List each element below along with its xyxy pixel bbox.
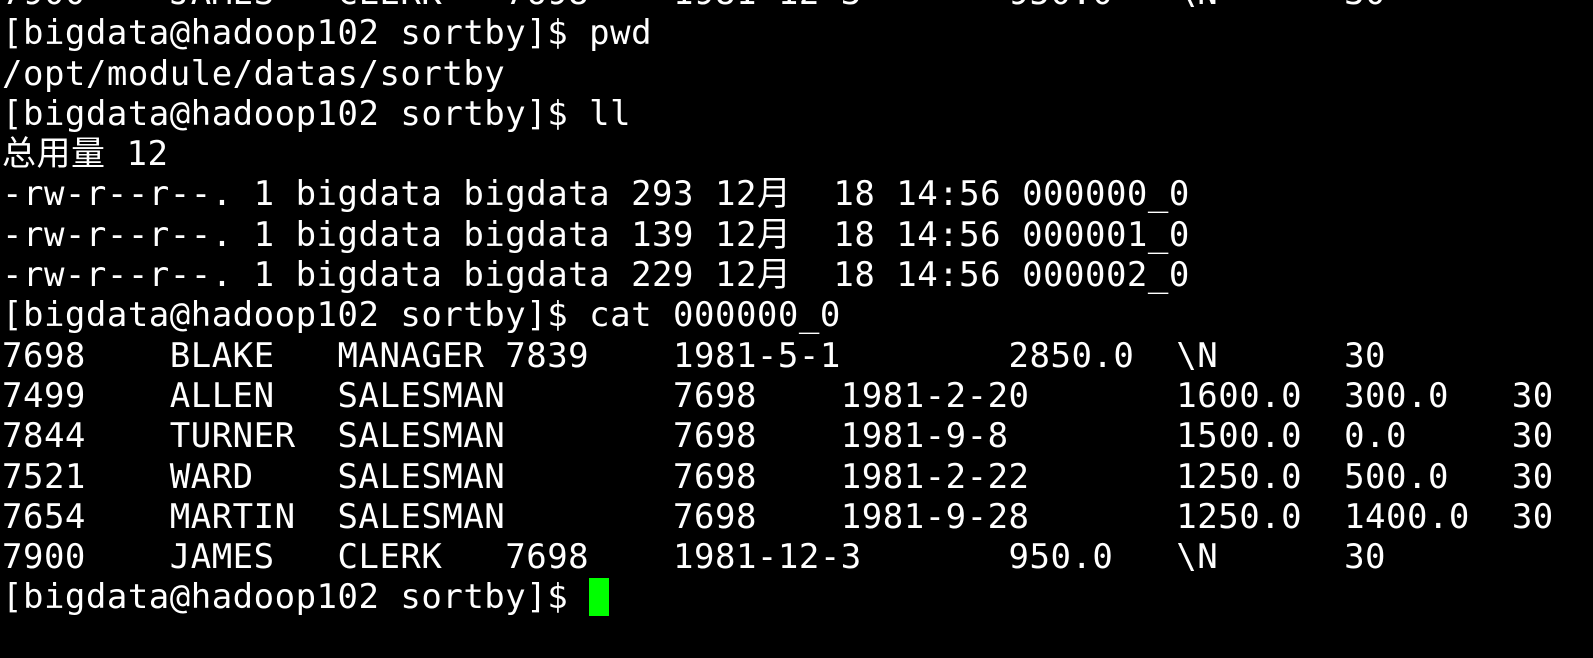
terminal-window[interactable]: 7900 JAMES CLERK 7698 1981-12-3 950.0 \N…: [2, 0, 1593, 618]
terminal-command-line: [bigdata@hadoop102 sortby]$ pwd: [2, 13, 653, 54]
terminal-input-line[interactable]: [bigdata@hadoop102 sortby]$: [2, 577, 1593, 617]
data-record-row: 7654 MARTIN SALESMAN 7698 1981-9-28 1250…: [2, 496, 1554, 537]
file-listing-row: -rw-r--r--. 1 bigdata bigdata 293 12月 18…: [2, 174, 1190, 215]
terminal-command-line: [bigdata@hadoop102 sortby]$ ll: [2, 93, 632, 134]
text-cursor: [589, 578, 610, 617]
data-record-row: 7900 JAMES CLERK 7698 1981-12-3 950.0 \N…: [2, 537, 1387, 578]
file-listing-row: -rw-r--r--. 1 bigdata bigdata 139 12月 18…: [2, 214, 1190, 255]
file-listing-row: -rw-r--r--. 1 bigdata bigdata 229 12月 18…: [2, 255, 1190, 296]
data-record-row: 7698 BLAKE MANAGER 7839 1981-5-1 2850.0 …: [2, 335, 1387, 376]
terminal-command-line: [bigdata@hadoop102 sortby]$ cat 000000_0: [2, 295, 841, 336]
terminal-output-line: 总用量 12: [2, 134, 169, 175]
data-record-row: 7521 WARD SALESMAN 7698 1981-2-22 1250.0…: [2, 456, 1554, 497]
data-record-row: 7844 TURNER SALESMAN 7698 1981-9-8 1500.…: [2, 416, 1554, 457]
shell-prompt: [bigdata@hadoop102 sortby]$: [2, 577, 590, 618]
data-record-row: 7499 ALLEN SALESMAN 7698 1981-2-20 1600.…: [2, 375, 1554, 416]
terminal-output-line: 7900 JAMES CLERK 7698 1981-12-3 950.0 \N…: [2, 0, 1593, 13]
terminal-output-line: /opt/module/datas/sortby: [2, 53, 506, 94]
